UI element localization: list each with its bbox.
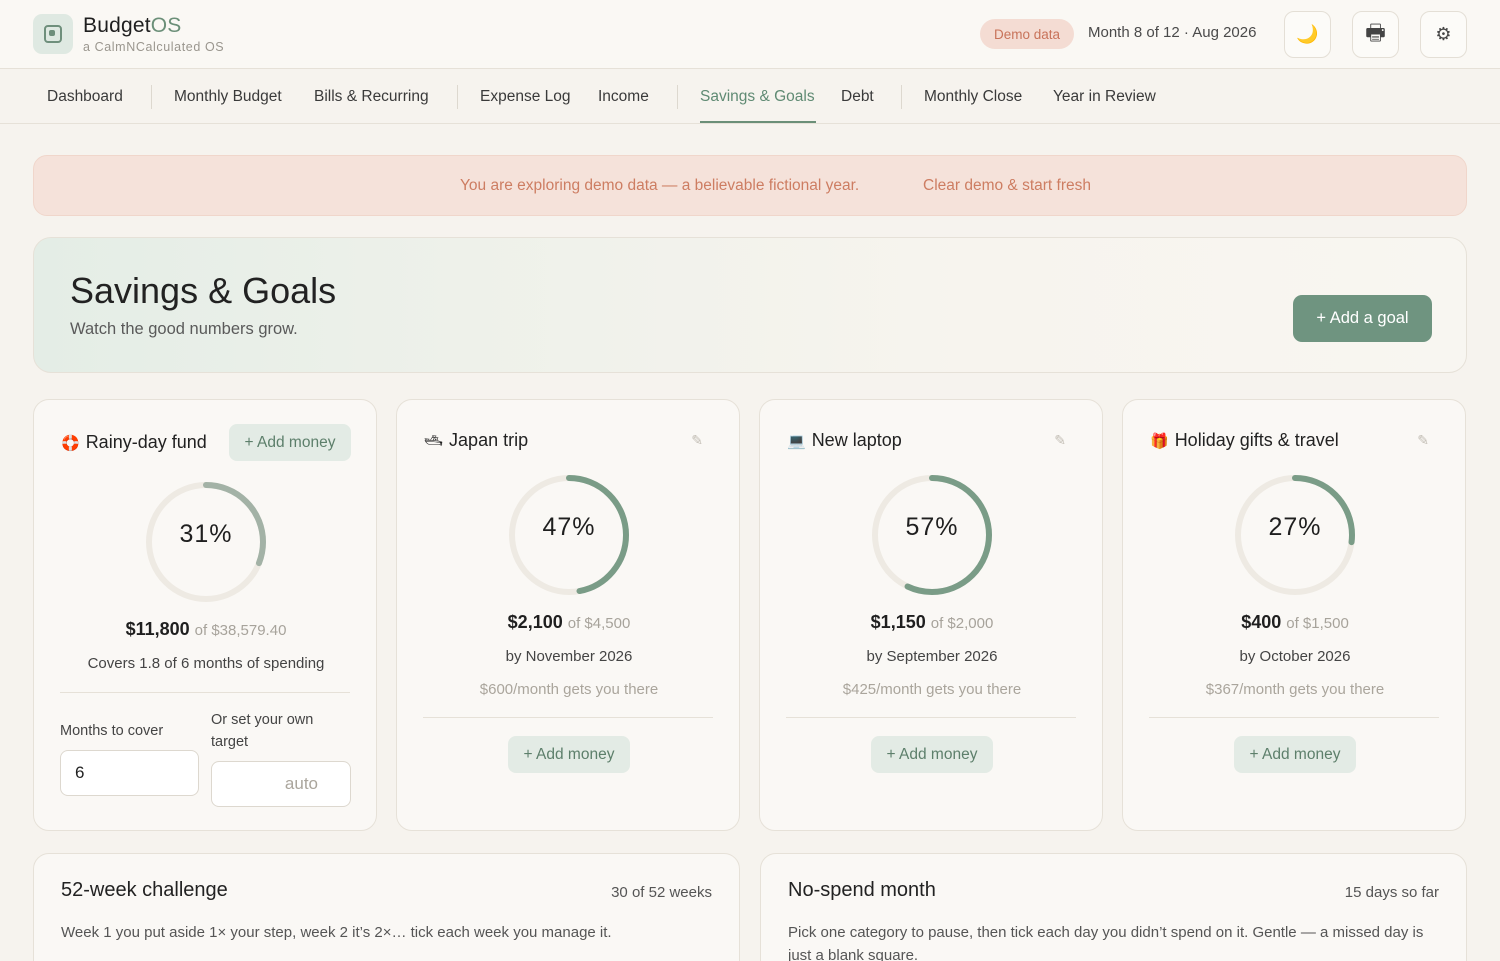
brand-main: Budget xyxy=(83,14,151,37)
laptop-icon: 💻 xyxy=(787,432,806,450)
nav-savings-goals[interactable]: Savings & Goals xyxy=(700,88,815,106)
goal-card-new-laptop: 💻 New laptop ✎ 57% $1,150 of $2,000 by S… xyxy=(759,399,1103,831)
nav-separator xyxy=(151,85,152,109)
nav-income[interactable]: Income xyxy=(598,88,649,106)
lifebuoy-icon: 🛟 xyxy=(61,434,80,452)
add-money-button[interactable]: + Add money xyxy=(229,424,351,461)
edit-icon[interactable]: ✎ xyxy=(691,432,703,449)
challenge-progress: 30 of 52 weeks xyxy=(611,884,712,901)
challenge-title: 52-week challenge xyxy=(61,879,228,901)
page-subtitle: Watch the good numbers grow. xyxy=(70,320,298,338)
months-to-cover-input[interactable]: 6 xyxy=(60,750,199,796)
app-tagline: a CalmNCalculated OS xyxy=(83,40,225,54)
goal-title: 🛥 Japan trip xyxy=(424,430,528,451)
target-value: of $2,000 xyxy=(930,615,994,632)
saved-amount: $11,800 of $38,579.40 xyxy=(34,619,378,640)
monthly-hint: $425/month gets you there xyxy=(842,681,1022,698)
target-value: of $38,579.40 xyxy=(194,622,287,639)
saved-amount: $1,150 of $2,000 xyxy=(760,612,1104,633)
nav-separator xyxy=(457,85,458,109)
progress-percent: 47% xyxy=(542,513,596,541)
goal-title-text: Holiday gifts & travel xyxy=(1174,430,1339,450)
divider xyxy=(786,717,1076,718)
goal-title: 🎁 Holiday gifts & travel xyxy=(1150,430,1339,451)
divider xyxy=(423,717,713,718)
goal-title: 🛟 Rainy-day fund xyxy=(61,432,207,453)
coverage-text: Covers 1.8 of 6 months of spending xyxy=(87,655,325,672)
saved-value: $1,150 xyxy=(870,612,926,632)
goal-card-japan-trip: 🛥 Japan trip ✎ 47% $2,100 of $4,500 by N… xyxy=(396,399,740,831)
no-spend-progress: 15 days so far xyxy=(1344,884,1439,901)
goal-title: 💻 New laptop xyxy=(787,430,902,451)
no-spend-description: Pick one category to pause, then tick ea… xyxy=(788,924,1424,961)
target-value: of $1,500 xyxy=(1286,615,1349,632)
nav-separator xyxy=(901,85,902,109)
monthly-hint: $367/month gets you there xyxy=(1205,681,1385,698)
challenge-card: 52-week challenge 30 of 52 weeks Week 1 … xyxy=(33,853,740,961)
add-goal-button[interactable]: + Add a goal xyxy=(1293,295,1432,342)
progress-percent: 57% xyxy=(905,513,959,541)
monthly-hint: $600/month gets you there xyxy=(479,681,659,698)
gear-icon: ⚙ xyxy=(1435,24,1452,44)
demo-banner: You are exploring demo data — a believab… xyxy=(33,155,1467,216)
custom-target-input[interactable]: auto xyxy=(211,761,351,807)
printer-icon: 🖶 xyxy=(1365,19,1386,45)
app-title: BudgetOS xyxy=(83,14,182,38)
goal-card-holiday-gifts: 🎁 Holiday gifts & travel ✎ 27% $400 of $… xyxy=(1122,399,1466,831)
demo-banner-text: You are exploring demo data — a believab… xyxy=(460,177,860,194)
goal-deadline: by October 2026 xyxy=(1239,648,1351,665)
saved-amount: $2,100 of $4,500 xyxy=(397,612,741,633)
nav-dashboard[interactable]: Dashboard xyxy=(47,88,123,106)
no-spend-card: No-spend month 15 days so far Pick one c… xyxy=(760,853,1467,961)
add-money-button[interactable]: + Add money xyxy=(1234,736,1356,773)
top-bar: BudgetOS a CalmNCalculated OS Demo data … xyxy=(0,0,1500,69)
saved-value: $2,100 xyxy=(507,612,563,632)
moon-icon: 🌙 xyxy=(1296,24,1319,44)
active-tab-indicator xyxy=(700,121,816,123)
boat-icon: 🛥 xyxy=(424,432,444,450)
nav-expense-log[interactable]: Expense Log xyxy=(480,88,571,106)
no-spend-title: No-spend month xyxy=(788,879,936,901)
divider xyxy=(1149,717,1439,718)
print-button[interactable]: 🖶 xyxy=(1352,11,1399,58)
progress-percent: 27% xyxy=(1268,513,1322,541)
saved-value: $11,800 xyxy=(125,619,190,639)
current-month: Month 8 of 12 · Aug 2026 xyxy=(1088,24,1257,41)
nav-monthly-budget[interactable]: Monthly Budget xyxy=(174,88,282,106)
nav-debt[interactable]: Debt xyxy=(841,88,874,106)
nav-monthly-close[interactable]: Monthly Close xyxy=(924,88,1022,106)
demo-data-badge: Demo data xyxy=(980,19,1075,49)
goal-title-text: Rainy-day fund xyxy=(85,432,207,452)
main-nav: Dashboard Monthly Budget Bills & Recurri… xyxy=(0,69,1500,124)
page-header: Savings & Goals Watch the good numbers g… xyxy=(33,237,1467,373)
saved-amount: $400 of $1,500 xyxy=(1123,612,1467,633)
goal-deadline: by September 2026 xyxy=(866,648,998,665)
divider xyxy=(60,692,350,693)
nav-bills-recurring[interactable]: Bills & Recurring xyxy=(314,88,429,106)
goal-title-text: New laptop xyxy=(811,430,902,450)
add-money-button[interactable]: + Add money xyxy=(508,736,630,773)
goal-deadline: by November 2026 xyxy=(505,648,633,665)
theme-toggle-button[interactable]: 🌙 xyxy=(1284,11,1331,58)
gift-icon: 🎁 xyxy=(1150,432,1169,450)
edit-icon[interactable]: ✎ xyxy=(1417,432,1429,449)
add-money-button[interactable]: + Add money xyxy=(871,736,993,773)
challenge-description: Week 1 you put aside 1× your step, week … xyxy=(61,924,612,941)
goal-title-text: Japan trip xyxy=(449,430,529,450)
page-title: Savings & Goals xyxy=(70,270,337,311)
target-value: of $4,500 xyxy=(567,615,631,632)
rainy-day-fund-card: 🛟 Rainy-day fund + Add money 31% $11,800… xyxy=(33,399,377,831)
months-to-cover-label: Months to cover xyxy=(60,723,164,739)
nav-year-in-review[interactable]: Year in Review xyxy=(1053,88,1156,106)
clear-demo-link[interactable]: Clear demo & start fresh xyxy=(923,177,1091,195)
app-logo[interactable] xyxy=(33,14,73,54)
edit-icon[interactable]: ✎ xyxy=(1054,432,1066,449)
custom-target-label: Or set your own target xyxy=(211,712,314,750)
brand-accent: OS xyxy=(150,14,182,37)
nav-separator xyxy=(677,85,678,109)
saved-value: $400 xyxy=(1241,612,1282,632)
progress-percent: 31% xyxy=(179,520,233,548)
settings-button[interactable]: ⚙ xyxy=(1420,11,1467,58)
logo-icon xyxy=(44,25,62,43)
